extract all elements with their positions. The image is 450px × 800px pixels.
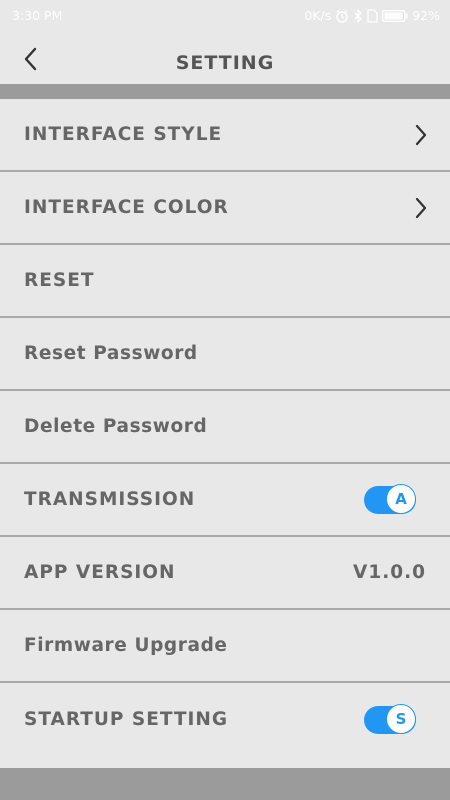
setting-startup: STARTUP SETTING S bbox=[0, 683, 450, 756]
setting-label: Firmware Upgrade bbox=[24, 635, 228, 656]
setting-reset[interactable]: RESET bbox=[0, 245, 450, 318]
chevron-right-icon bbox=[415, 197, 427, 219]
setting-reset-password[interactable]: Reset Password bbox=[0, 318, 450, 391]
chevron-right-icon bbox=[415, 124, 427, 146]
setting-interface-style[interactable]: INTERFACE STYLE bbox=[0, 99, 450, 172]
setting-label: INTERFACE COLOR bbox=[24, 197, 229, 218]
alarm-icon bbox=[335, 9, 349, 23]
toggle-knob: A bbox=[386, 483, 416, 514]
setting-label: TRANSMISSION bbox=[24, 489, 196, 510]
status-bar: 3:30 PM 0K/s 92% bbox=[0, 0, 450, 32]
setting-firmware-upgrade[interactable]: Firmware Upgrade bbox=[0, 610, 450, 683]
bluetooth-icon bbox=[353, 8, 363, 23]
setting-app-version: APP VERSION V1.0.0 bbox=[0, 537, 450, 610]
setting-label: APP VERSION bbox=[24, 562, 176, 583]
setting-label: STARTUP SETTING bbox=[24, 709, 229, 730]
battery-percent: 92% bbox=[412, 8, 440, 23]
network-speed: 0K/s bbox=[304, 8, 332, 23]
setting-label: RESET bbox=[24, 270, 95, 291]
setting-transmission: TRANSMISSION A bbox=[0, 464, 450, 537]
setting-label: INTERFACE STYLE bbox=[24, 124, 223, 145]
status-time: 3:30 PM bbox=[12, 8, 63, 23]
page-title: SETTING bbox=[175, 52, 275, 74]
status-icons: 0K/s 92% bbox=[304, 8, 440, 23]
settings-list: INTERFACE STYLE INTERFACE COLOR RESET Re… bbox=[0, 99, 450, 756]
toggle-knob: S bbox=[386, 703, 416, 734]
header: SETTING bbox=[0, 32, 450, 84]
setting-label: Delete Password bbox=[24, 416, 208, 437]
bottom-band bbox=[0, 768, 450, 800]
sim-icon bbox=[367, 8, 378, 23]
app-version-value: V1.0.0 bbox=[353, 562, 426, 583]
top-divider-band bbox=[0, 84, 450, 99]
setting-interface-color[interactable]: INTERFACE COLOR bbox=[0, 172, 450, 245]
transmission-toggle[interactable]: A bbox=[364, 483, 416, 514]
battery-icon bbox=[382, 9, 408, 22]
setting-label: Reset Password bbox=[24, 343, 198, 364]
setting-delete-password[interactable]: Delete Password bbox=[0, 391, 450, 464]
startup-toggle[interactable]: S bbox=[364, 703, 416, 734]
